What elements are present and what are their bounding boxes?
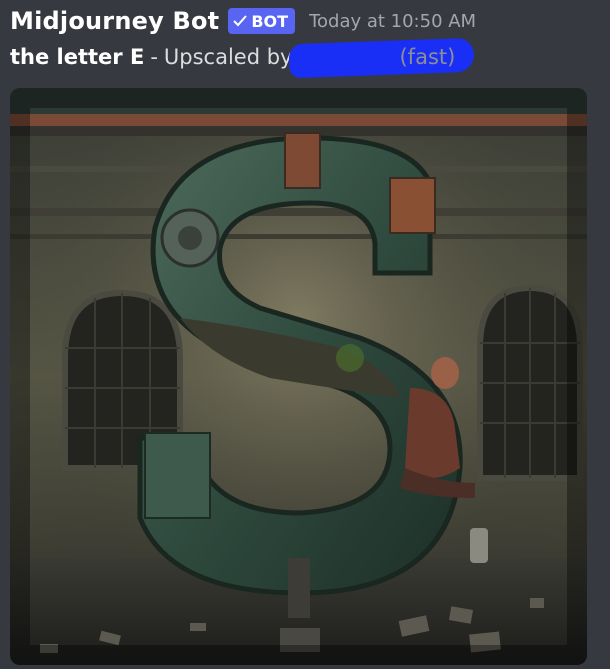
message-content: the letter E - Upscaled by (fast) [10, 37, 476, 79]
prompt-text: the letter E [10, 45, 145, 69]
action-text: Upscaled by [163, 45, 293, 69]
message-timestamp[interactable]: Today at 10:50 AM [309, 11, 476, 32]
generated-artwork [10, 88, 587, 665]
author-username[interactable]: Midjourney Bot [10, 7, 219, 35]
mode-label: (fast) [399, 45, 456, 69]
message-header: Midjourney Bot BOT Today at 10:50 AM [10, 4, 476, 38]
bot-badge-label: BOT [251, 11, 289, 31]
bot-badge: BOT [228, 8, 296, 34]
separator: - [150, 45, 158, 69]
checkmark-icon [233, 15, 248, 27]
redacted-mention: (fast) [288, 37, 476, 79]
upscaled-image[interactable] [10, 88, 587, 665]
